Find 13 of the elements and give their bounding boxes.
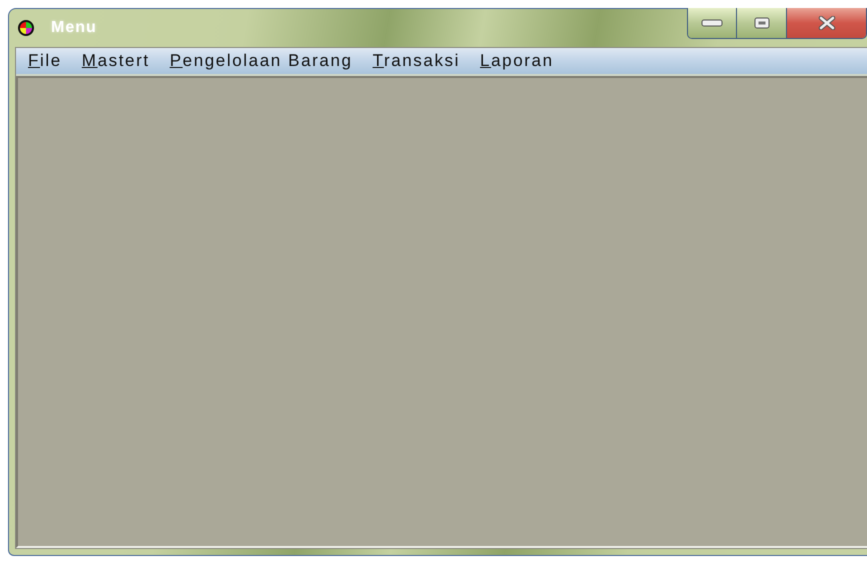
window-title: Menu <box>51 19 97 37</box>
maximize-icon <box>754 17 770 29</box>
close-icon <box>816 16 836 30</box>
menu-item[interactable]: Transaksi <box>362 49 470 73</box>
menu-item[interactable]: File <box>18 49 72 73</box>
menu-item[interactable]: Laporan <box>470 49 564 73</box>
app-icon <box>17 19 35 37</box>
minimize-button[interactable] <box>688 8 736 38</box>
maximize-button[interactable] <box>736 8 786 38</box>
close-button[interactable] <box>786 8 866 38</box>
minimize-icon <box>701 19 723 27</box>
menu-item[interactable]: Pengelolaan Barang <box>160 49 363 73</box>
menu-item[interactable]: Mastert <box>72 49 160 73</box>
